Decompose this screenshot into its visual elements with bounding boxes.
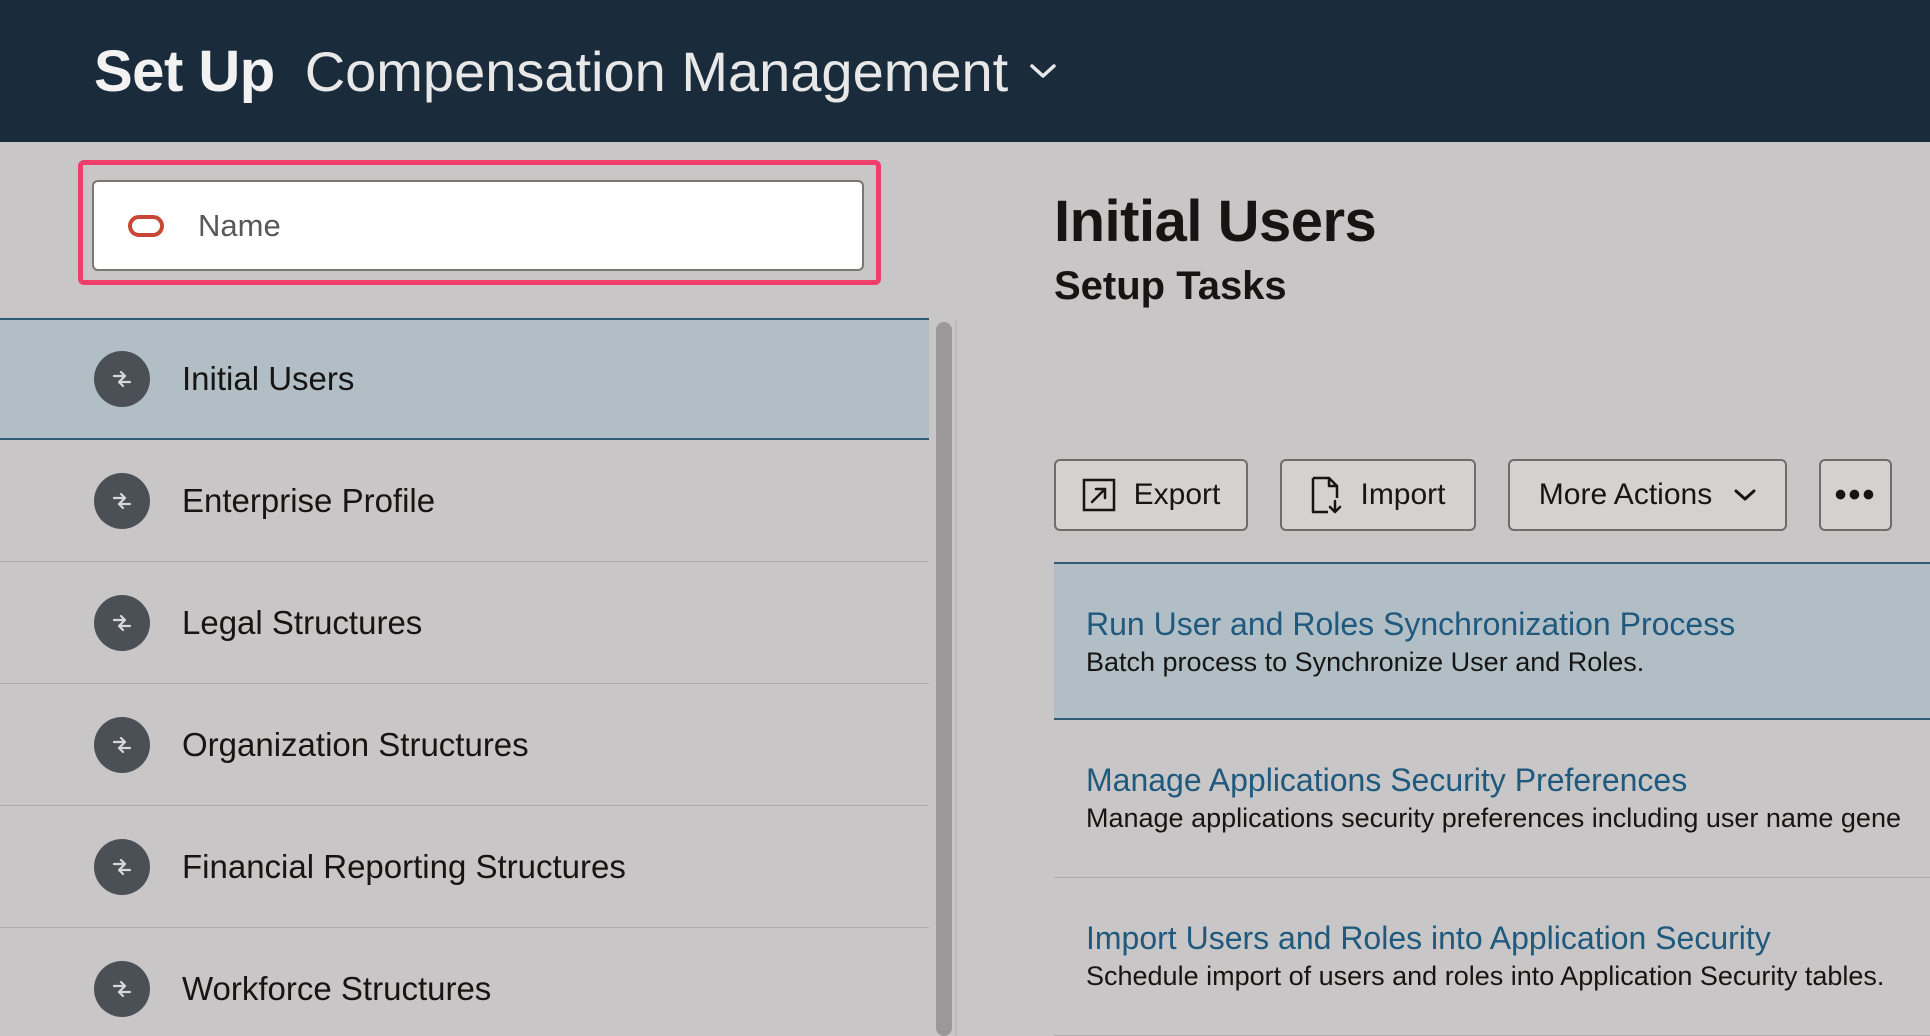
sidebar-item-label: Enterprise Profile bbox=[182, 481, 436, 519]
search-input[interactable] bbox=[198, 207, 838, 244]
sidebar-item-label: Organization Structures bbox=[182, 725, 529, 763]
import-icon bbox=[1310, 476, 1342, 514]
sidebar-item-legal-structures[interactable]: Legal Structures bbox=[0, 562, 929, 684]
task-description: Schedule import of users and roles into … bbox=[1086, 961, 1885, 991]
module-selector[interactable]: Compensation Management bbox=[305, 39, 1059, 104]
page-title: Initial Users bbox=[1054, 189, 1377, 254]
task-toolbar: Export Import More Actions ••• bbox=[1054, 459, 1892, 531]
functional-area-icon bbox=[94, 716, 150, 773]
chevron-down-icon[interactable] bbox=[1028, 56, 1058, 86]
search-field[interactable] bbox=[92, 180, 864, 271]
sidebar-item-enterprise-profile[interactable]: Enterprise Profile bbox=[0, 440, 929, 562]
sidebar-item-label: Initial Users bbox=[182, 360, 355, 397]
import-button[interactable]: Import bbox=[1280, 459, 1476, 531]
task-description: Manage applications security preferences… bbox=[1086, 803, 1901, 833]
task-row[interactable]: Manage Applications Security Preferences… bbox=[1054, 720, 1930, 878]
task-row[interactable]: Run User and Roles Synchronization Proce… bbox=[1054, 562, 1930, 720]
import-label: Import bbox=[1360, 478, 1446, 511]
sidebar-item-label: Workforce Structures bbox=[182, 969, 492, 1007]
overflow-menu-button[interactable]: ••• bbox=[1819, 459, 1892, 531]
chevron-down-icon bbox=[1734, 488, 1756, 502]
task-link[interactable]: Manage Applications Security Preferences bbox=[1086, 762, 1930, 799]
panel-divider bbox=[955, 320, 957, 1036]
export-button[interactable]: Export bbox=[1054, 459, 1248, 531]
sidebar-item-label: Financial Reporting Structures bbox=[182, 847, 626, 885]
sidebar-item-workforce-structures[interactable]: Workforce Structures bbox=[0, 928, 929, 1036]
page-subtitle: Setup Tasks bbox=[1054, 264, 1287, 308]
oracle-pill-icon bbox=[128, 214, 164, 237]
sidebar-item-financial-reporting-structures[interactable]: Financial Reporting Structures bbox=[0, 806, 929, 928]
sidebar-scrollbar[interactable] bbox=[936, 322, 952, 1036]
export-label: Export bbox=[1133, 478, 1221, 511]
ellipsis-icon: ••• bbox=[1834, 475, 1877, 514]
task-row[interactable]: Import Users and Roles into Application … bbox=[1054, 878, 1930, 1036]
sidebar-item-label: Legal Structures bbox=[182, 603, 423, 641]
more-actions-button[interactable]: More Actions bbox=[1508, 459, 1787, 531]
functional-area-icon bbox=[94, 838, 150, 895]
functional-area-list: Initial Users Enterprise Profile Legal S… bbox=[0, 318, 929, 1036]
task-description: Batch process to Synchronize User and Ro… bbox=[1086, 647, 1645, 677]
app-header: Set Up Compensation Management bbox=[0, 0, 1930, 142]
functional-area-icon bbox=[94, 351, 150, 407]
functional-area-icon bbox=[94, 960, 150, 1017]
functional-area-icon bbox=[94, 594, 150, 651]
module-label: Compensation Management bbox=[304, 39, 1009, 103]
functional-area-icon bbox=[94, 472, 150, 529]
more-actions-label: More Actions bbox=[1538, 478, 1713, 511]
task-link[interactable]: Import Users and Roles into Application … bbox=[1086, 920, 1930, 957]
task-link[interactable]: Run User and Roles Synchronization Proce… bbox=[1086, 606, 1930, 643]
sidebar-item-organization-structures[interactable]: Organization Structures bbox=[0, 684, 929, 806]
export-icon bbox=[1082, 478, 1116, 512]
sidebar-item-initial-users[interactable]: Initial Users bbox=[0, 318, 929, 440]
setup-title: Set Up bbox=[94, 38, 275, 104]
setup-task-list: Run User and Roles Synchronization Proce… bbox=[1054, 562, 1930, 1036]
